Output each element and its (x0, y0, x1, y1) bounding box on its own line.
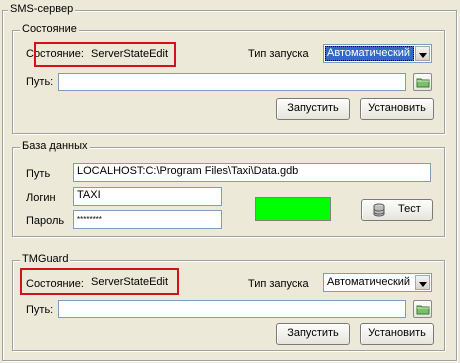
folder-icon (416, 78, 430, 88)
tmguard-launch-type-select[interactable]: Автоматический (323, 273, 432, 292)
state-group-title: Состояние (20, 23, 79, 36)
install-button[interactable]: Установить (360, 98, 434, 120)
path-label: Путь: (26, 76, 54, 88)
database-group-title: База данных (20, 140, 90, 153)
login-input[interactable]: TAXI (73, 187, 222, 206)
launch-type-label: Тип запуска (248, 48, 309, 60)
password-input[interactable]: ******** (73, 210, 222, 229)
tmguard-path-label: Путь: (26, 304, 54, 316)
chevron-down-icon[interactable] (415, 46, 430, 61)
tmguard-browse-path-button[interactable] (413, 300, 432, 318)
tmguard-install-button[interactable]: Установить (360, 323, 434, 345)
test-button[interactable]: Тест (361, 199, 433, 221)
tmguard-group-title: TMGuard (20, 253, 71, 266)
launch-type-value: Автоматический (325, 46, 414, 61)
tmguard-launch-type-value: Автоматический (327, 276, 411, 288)
database-icon (373, 203, 385, 217)
sms-server-title: SMS-сервер (8, 3, 76, 16)
browse-path-button[interactable] (413, 73, 432, 91)
state-highlight (34, 42, 176, 67)
login-label: Логин (26, 192, 56, 204)
password-label: Пароль (26, 215, 65, 227)
db-status-indicator (255, 197, 331, 221)
launch-type-select[interactable]: Автоматический (323, 44, 432, 63)
chevron-down-icon[interactable] (415, 275, 430, 290)
tmguard-launch-type-label: Тип запуска (248, 278, 309, 290)
db-path-input[interactable]: LOCALHOST:C:\Program Files\Taxi\Data.gdb (73, 163, 431, 182)
folder-icon (416, 305, 430, 315)
path-input[interactable] (58, 73, 406, 91)
tmguard-state-highlight (20, 268, 179, 295)
tmguard-start-button[interactable]: Запустить (276, 323, 350, 345)
tmguard-path-input[interactable] (58, 300, 406, 318)
start-button[interactable]: Запустить (276, 98, 350, 120)
db-path-label: Путь (26, 168, 51, 180)
test-button-label: Тест (398, 203, 421, 215)
